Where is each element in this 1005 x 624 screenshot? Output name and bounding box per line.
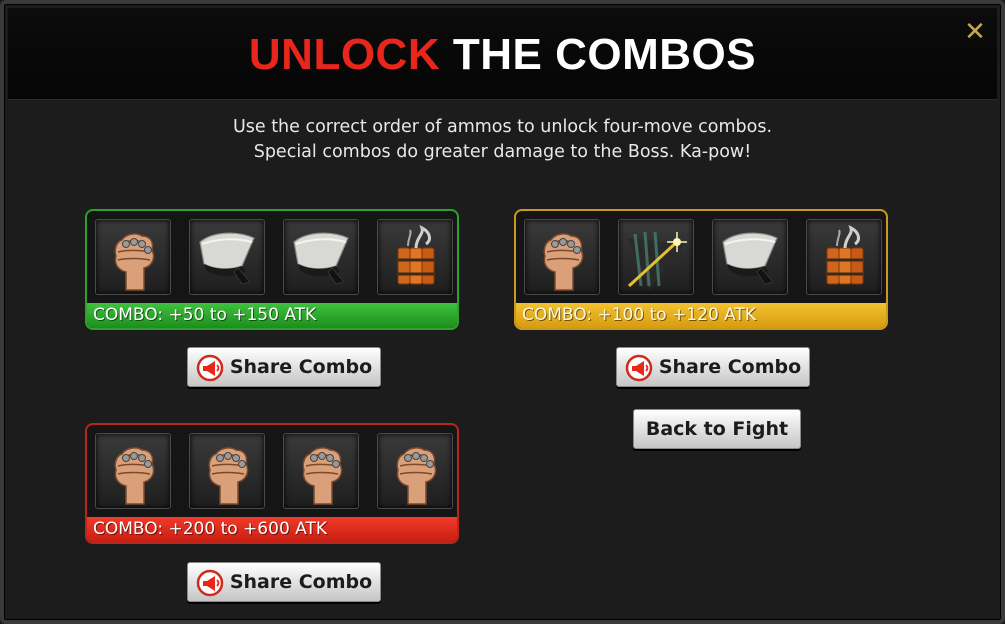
ammo-slot [189,433,265,509]
close-icon[interactable]: ✕ [963,19,987,45]
ammo-slot [377,433,453,509]
share-combo-label: Share Combo [229,571,373,593]
megaphone-icon [625,354,653,382]
dynamite-icon [807,220,881,294]
share-combo-button[interactable]: Share Combo [187,562,381,602]
share-combo-label: Share Combo [229,356,373,378]
blade-icon [284,220,358,294]
combo-label: COMBO: +50 to +150 ATK [87,303,457,328]
combo-label: COMBO: +200 to +600 ATK [87,517,457,542]
ammo-slot [189,219,265,295]
share-combo-button[interactable]: Share Combo [616,347,810,387]
ammo-slot [806,219,882,295]
ammo-slot [377,219,453,295]
ammo-slot [283,433,359,509]
blade-icon [190,220,264,294]
combo-slots [524,219,882,295]
intro-text: Use the correct order of ammos to unlock… [4,115,1001,165]
share-combo-button[interactable]: Share Combo [187,347,381,387]
fist-icon [190,434,264,508]
megaphone-icon [196,569,224,597]
combo-slots [95,433,453,509]
title-rest: THE COMBOS [452,30,757,79]
intro-line-2: Special combos do greater damage to the … [253,142,752,162]
ammo-slot [712,219,788,295]
fist-icon [284,434,358,508]
sparkle-blade-icon [619,220,693,294]
fist-icon [96,220,170,294]
combos-dialog: UNLOCK THE COMBOS ✕ Use the correct orde… [0,0,1005,624]
ammo-slot [95,219,171,295]
combo-panel-gold: COMBO: +100 to +120 ATK [514,209,888,330]
ammo-slot [618,219,694,295]
fist-icon [378,434,452,508]
ammo-slot [95,433,171,509]
combo-panel-green: COMBO: +50 to +150 ATK [85,209,459,330]
dialog-title: UNLOCK THE COMBOS [8,30,997,80]
blade-icon [713,220,787,294]
combo-panel-red: COMBO: +200 to +600 ATK [85,423,459,544]
fist-icon [525,220,599,294]
intro-line-1: Use the correct order of ammos to unlock… [232,117,773,137]
back-to-fight-button[interactable]: Back to Fight [633,409,801,449]
ammo-slot [524,219,600,295]
ammo-slot [283,219,359,295]
combo-label: COMBO: +100 to +120 ATK [516,303,886,328]
dialog-header: UNLOCK THE COMBOS ✕ [8,8,997,100]
megaphone-icon [196,354,224,382]
combo-slots [95,219,453,295]
dynamite-icon [378,220,452,294]
share-combo-label: Share Combo [658,356,802,378]
title-highlight: UNLOCK [248,30,441,79]
fist-icon [96,434,170,508]
